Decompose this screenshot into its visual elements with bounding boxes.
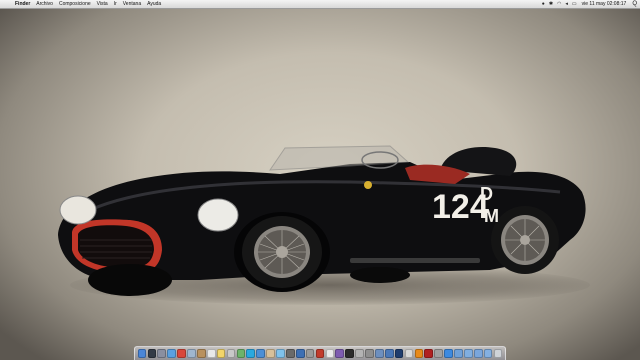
menu-composicione[interactable]: Composicione (56, 0, 94, 8)
menu-ventana[interactable]: Ventana (120, 0, 144, 8)
car-letter-top: D (480, 184, 493, 204)
menu-ayuda[interactable]: Ayuda (144, 0, 164, 8)
notes-icon[interactable] (216, 349, 226, 358)
battery-icon[interactable]: ▭ (570, 0, 579, 8)
utilities-icon[interactable] (404, 349, 414, 358)
dock (134, 346, 506, 360)
car-badge-icon (364, 181, 372, 189)
status-menu-icon[interactable]: ● (540, 0, 547, 8)
terminal-icon[interactable] (345, 349, 355, 358)
mail-icon[interactable] (187, 349, 196, 358)
chrome-icon[interactable] (177, 349, 186, 358)
menu-archivo[interactable]: Archivo (33, 0, 56, 8)
menu-ir[interactable]: Ir (111, 0, 120, 8)
textedit-icon[interactable] (325, 349, 335, 358)
disk-utility-icon[interactable] (434, 349, 444, 358)
calendar-icon[interactable] (206, 349, 216, 358)
vlc-icon[interactable] (414, 349, 424, 358)
home-folder-icon[interactable] (454, 349, 463, 358)
iphoto-icon[interactable] (295, 349, 305, 358)
documents-folder-icon[interactable] (483, 349, 493, 358)
photos-icon[interactable] (266, 349, 275, 358)
launchpad-icon[interactable] (157, 349, 167, 358)
car-letter-bottom: M (484, 206, 499, 226)
transmission-icon[interactable] (424, 349, 434, 358)
applications-folder-icon[interactable] (464, 349, 473, 358)
app-store-icon[interactable] (444, 349, 453, 358)
finder-icon[interactable] (137, 349, 147, 358)
messages-icon[interactable] (276, 349, 285, 358)
menu-app-finder[interactable]: Finder (12, 0, 33, 8)
itunes-icon[interactable] (256, 349, 265, 358)
menubar: Finder Archivo Composicione Vista Ir Ven… (0, 0, 640, 9)
spotlight-icon[interactable]: Q (629, 0, 640, 8)
downloads-folder-icon[interactable] (473, 349, 483, 358)
skype-icon[interactable] (246, 349, 256, 358)
facetime-icon[interactable] (285, 349, 295, 358)
contacts-icon[interactable] (196, 349, 206, 358)
menubar-clock[interactable]: vie 11 may 02:08:17 (579, 0, 630, 8)
xcode-icon[interactable] (384, 349, 394, 358)
dashboard-icon[interactable] (147, 349, 157, 358)
trash-icon[interactable] (493, 349, 503, 358)
maps-icon[interactable] (236, 349, 246, 358)
wifi-icon[interactable]: ◠ (555, 0, 563, 8)
imovie-icon[interactable] (305, 349, 315, 358)
menu-vista[interactable]: Vista (94, 0, 111, 8)
desktop-wallpaper: 124 D M (0, 0, 640, 360)
system-preferences-icon[interactable] (365, 349, 374, 358)
safari-icon[interactable] (167, 349, 176, 358)
keychain-icon[interactable] (355, 349, 364, 358)
ical-icon[interactable] (226, 349, 236, 358)
photoshop-icon[interactable] (394, 349, 404, 358)
istat-icon[interactable] (335, 349, 345, 358)
bluetooth-icon[interactable]: ✱ (547, 0, 555, 8)
flash-icon[interactable] (315, 349, 325, 358)
preview-icon[interactable] (374, 349, 384, 358)
race-car-image: 124 D M (58, 145, 586, 296)
